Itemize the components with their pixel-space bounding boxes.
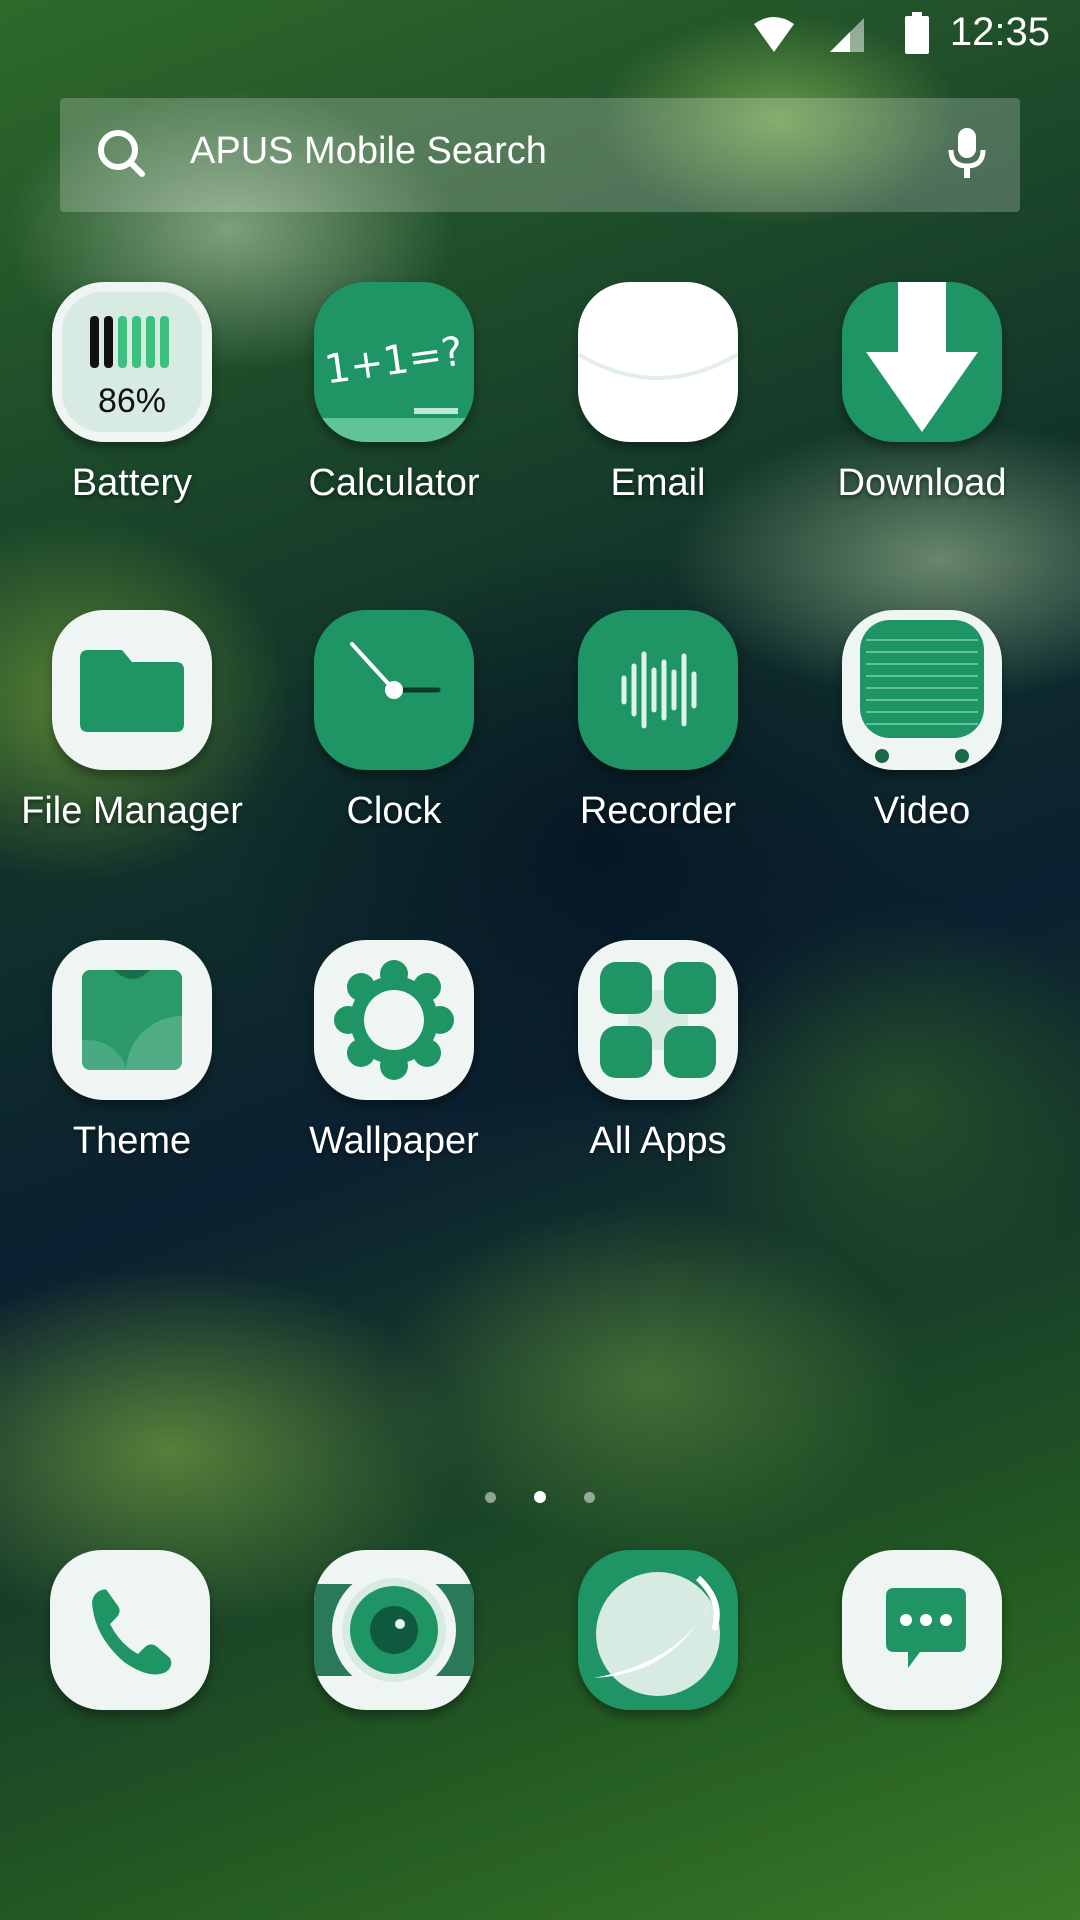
camera-icon xyxy=(314,1568,474,1692)
dock-browser[interactable] xyxy=(578,1550,738,1710)
page-dot[interactable] xyxy=(584,1492,595,1503)
app-label: Clock xyxy=(346,790,442,832)
app-theme[interactable]: Theme xyxy=(0,940,264,1163)
page-dot[interactable] xyxy=(485,1492,496,1503)
theme-icon xyxy=(52,940,212,1100)
all-apps-icon xyxy=(578,940,738,1100)
folder-icon xyxy=(52,610,212,770)
status-bar: 12:35 xyxy=(0,0,1080,70)
dock-phone[interactable] xyxy=(50,1550,210,1710)
app-label: Download xyxy=(837,462,1007,504)
video-icon xyxy=(842,610,1002,770)
app-label: All Apps xyxy=(589,1120,727,1162)
search-icon[interactable] xyxy=(96,128,148,180)
battery-percent: 86% xyxy=(98,382,166,420)
battery-icon xyxy=(905,12,929,54)
page-indicator[interactable] xyxy=(0,1488,1080,1507)
battery-app-icon: 86% xyxy=(52,282,212,442)
messages-icon xyxy=(886,1588,966,1668)
signal-icon xyxy=(830,18,864,52)
app-file-manager[interactable]: File Manager xyxy=(0,610,264,833)
page-dot-active[interactable] xyxy=(534,1491,546,1503)
app-email[interactable]: Email xyxy=(526,282,790,505)
search-bar[interactable]: APUS Mobile Search xyxy=(60,98,1020,212)
recorder-icon xyxy=(578,610,738,770)
app-label: Video xyxy=(873,790,971,832)
app-recorder[interactable]: Recorder xyxy=(526,610,790,833)
email-icon xyxy=(578,282,738,442)
status-time: 12:35 xyxy=(949,10,1050,54)
download-icon xyxy=(842,282,1002,442)
dock-messages[interactable] xyxy=(842,1550,1002,1710)
app-wallpaper[interactable]: Wallpaper xyxy=(262,940,526,1163)
app-label: Email xyxy=(610,462,706,504)
app-label: Wallpaper xyxy=(309,1120,479,1162)
wifi-icon xyxy=(754,17,794,52)
search-input[interactable]: APUS Mobile Search xyxy=(190,130,547,173)
dock-camera[interactable] xyxy=(314,1550,474,1710)
browser-icon xyxy=(594,1572,720,1696)
app-all-apps[interactable]: All Apps xyxy=(526,940,790,1163)
app-label: File Manager xyxy=(21,790,243,832)
calculator-icon: 1+1=? xyxy=(314,282,474,442)
app-label: Theme xyxy=(72,1120,192,1162)
calculator-text: 1+1=? xyxy=(322,329,466,394)
app-label: Recorder xyxy=(579,790,737,832)
app-label: Calculator xyxy=(308,462,480,504)
app-download[interactable]: Download xyxy=(790,282,1054,505)
app-calculator[interactable]: 1+1=? Calculator xyxy=(262,282,526,505)
wallpaper-icon xyxy=(314,940,474,1100)
app-battery[interactable]: 86% Battery xyxy=(0,282,264,505)
app-clock[interactable]: Clock xyxy=(262,610,526,833)
phone-icon xyxy=(92,1589,172,1675)
app-label: Battery xyxy=(71,462,193,504)
clock-icon xyxy=(314,610,474,770)
app-video[interactable]: Video xyxy=(790,610,1054,833)
microphone-icon[interactable] xyxy=(948,128,986,180)
